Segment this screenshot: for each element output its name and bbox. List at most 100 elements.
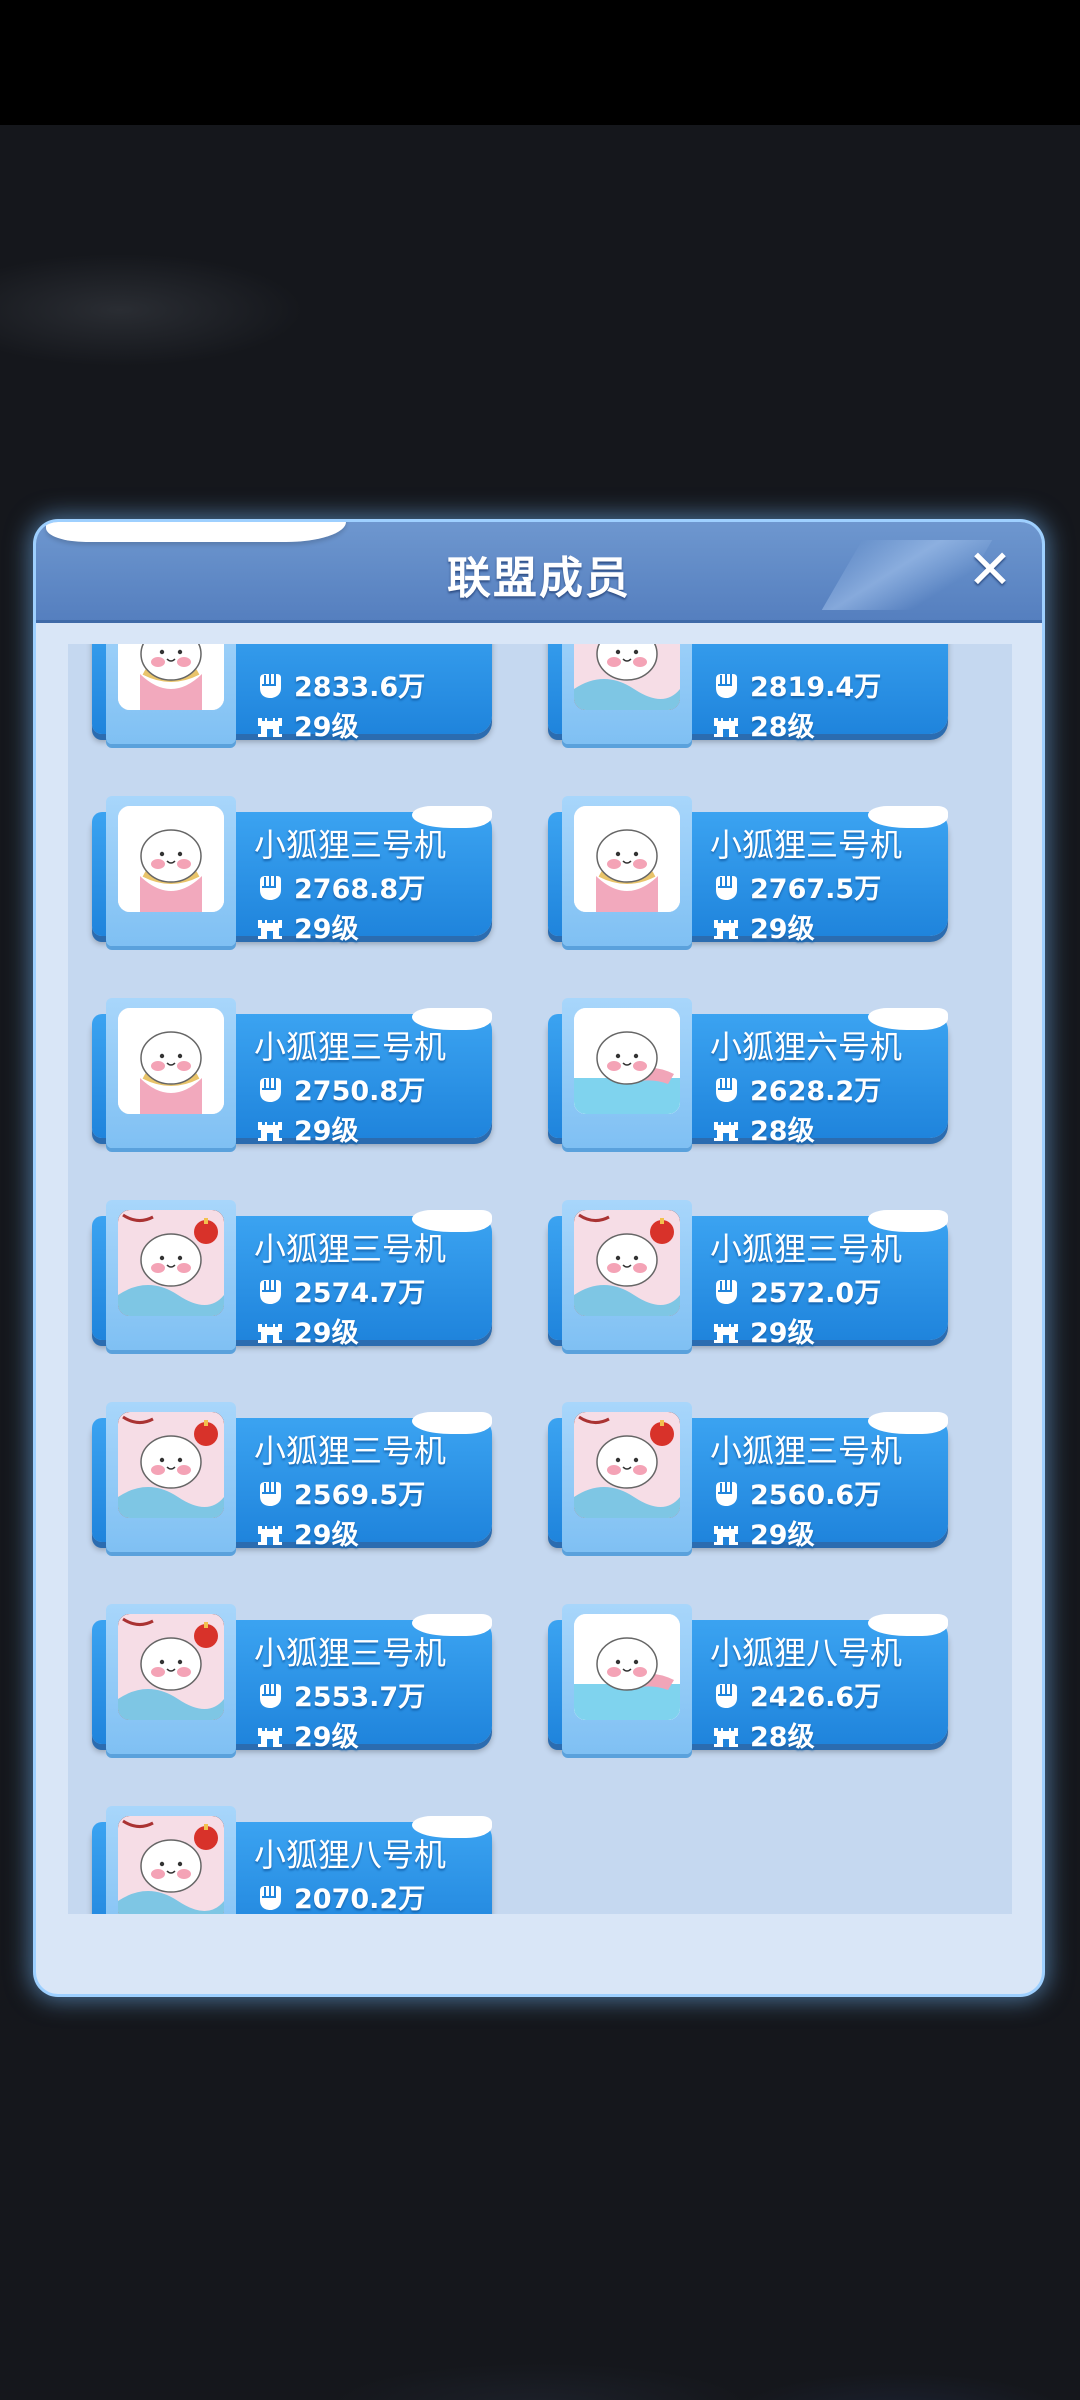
member-power: 2426.6万 [710, 1675, 881, 1714]
castle-icon [710, 911, 742, 943]
avatar-frame[interactable] [106, 1200, 236, 1350]
fist-icon [710, 669, 742, 701]
member-card[interactable]: 小狐狸三号机 2750.8万 29级 [92, 998, 492, 1154]
castle-icon [710, 1719, 742, 1751]
level-value: 29级 [750, 1520, 815, 1551]
level-value: 28级 [750, 1116, 815, 1147]
member-card[interactable]: 小狐狸三号机 2767.5万 29级 [548, 796, 948, 952]
castle-icon [254, 911, 286, 943]
fist-icon [710, 871, 742, 903]
fist-icon [254, 1073, 286, 1105]
dialog-title: 联盟成员 [447, 553, 631, 604]
power-value: 2767.5万 [750, 874, 882, 905]
member-level: 29级 [254, 1311, 359, 1350]
member-name: 小狐狸六号机 [710, 1028, 903, 1066]
member-name: 小狐狸八号机 [710, 1634, 903, 1672]
castle-icon [254, 1719, 286, 1751]
member-card[interactable]: 小狐狸六号机 2628.2万 28级 [548, 998, 948, 1154]
power-value: 2426.6万 [750, 1682, 882, 1713]
level-value: 28级 [750, 1722, 815, 1753]
level-value: 29级 [750, 914, 815, 945]
member-power: 2768.8万 [254, 867, 425, 906]
castle-icon [710, 709, 742, 741]
member-card[interactable]: 小狐狸三号机 2560.6万 29级 [548, 1402, 948, 1558]
avatar-frame[interactable] [562, 1604, 692, 1754]
power-value: 2560.6万 [750, 1480, 882, 1511]
pig-lantern-icon [118, 1210, 224, 1316]
member-power: 2819.4万 [710, 665, 881, 704]
avatar-frame[interactable] [106, 1402, 236, 1552]
dialog-header: 联盟成员 ✕ [36, 522, 1042, 623]
member-level: 29级 [254, 1513, 359, 1552]
member-list[interactable]: 2833.6万 29级 2819.4万 28级 小狐狸三号机 2768.8万 29级 小狐狸三… [68, 644, 1012, 1914]
close-button[interactable]: ✕ [962, 542, 1018, 598]
avatar-frame[interactable] [106, 998, 236, 1148]
member-name: 小狐狸三号机 [710, 826, 903, 864]
member-level: 29级 [710, 1311, 815, 1350]
member-level: 29级 [254, 907, 359, 946]
member-power: 2574.7万 [254, 1271, 425, 1310]
castle-icon [254, 1315, 286, 1347]
level-value: 29级 [294, 712, 359, 743]
pig-lantern-icon [574, 1210, 680, 1316]
pig-bath-icon [574, 1614, 680, 1720]
avatar-frame[interactable] [562, 1402, 692, 1552]
avatar-frame[interactable] [562, 998, 692, 1148]
member-name: 小狐狸三号机 [710, 1432, 903, 1470]
member-power: 2560.6万 [710, 1473, 881, 1512]
avatar-frame[interactable] [106, 1604, 236, 1754]
fist-icon [254, 669, 286, 701]
member-card[interactable]: 小狐狸三号机 2569.5万 29级 [92, 1402, 492, 1558]
castle-icon [254, 1113, 286, 1145]
avatar-frame[interactable] [106, 796, 236, 946]
member-level: 28级 [710, 1109, 815, 1148]
member-card[interactable]: 小狐狸八号机 2426.6万 28级 [548, 1604, 948, 1760]
fist-icon [710, 1477, 742, 1509]
member-power: 2750.8万 [254, 1069, 425, 1108]
member-name: 小狐狸三号机 [254, 826, 447, 864]
member-name: 小狐狸三号机 [254, 1230, 447, 1268]
pig-robe-icon [118, 806, 224, 912]
member-name: 小狐狸三号机 [254, 1634, 447, 1672]
member-level: 29级 [710, 907, 815, 946]
member-level: 29级 [254, 705, 359, 744]
power-value: 2569.5万 [294, 1480, 426, 1511]
member-name: 小狐狸三号机 [710, 1230, 903, 1268]
fist-icon [710, 1275, 742, 1307]
level-value: 28级 [750, 712, 815, 743]
power-value: 2750.8万 [294, 1076, 426, 1107]
avatar-frame[interactable] [562, 796, 692, 946]
fist-icon [710, 1679, 742, 1711]
power-value: 2833.6万 [294, 672, 426, 703]
header-snow-decoration [46, 522, 346, 542]
pig-lantern-icon [574, 644, 680, 710]
member-level: 28级 [710, 1715, 815, 1754]
power-value: 2572.0万 [750, 1278, 882, 1309]
pig-lantern-icon [118, 1614, 224, 1720]
level-value: 29级 [294, 914, 359, 945]
member-name: 小狐狸三号机 [254, 1432, 447, 1470]
avatar-frame[interactable] [562, 644, 692, 744]
fist-icon [710, 1073, 742, 1105]
level-value: 29级 [294, 1116, 359, 1147]
power-value: 2574.7万 [294, 1278, 426, 1309]
status-bar [0, 0, 1080, 125]
member-card[interactable]: 2819.4万 28级 [548, 644, 948, 750]
member-card[interactable]: 小狐狸八号机2070.2万27级 [92, 1806, 492, 1914]
level-value: 29级 [750, 1318, 815, 1349]
power-value: 2553.7万 [294, 1682, 426, 1713]
member-power: 2628.2万 [710, 1069, 881, 1108]
member-level: 29级 [254, 1109, 359, 1148]
avatar-frame[interactable] [106, 1806, 236, 1914]
pig-robe-icon [118, 644, 224, 710]
member-card[interactable]: 小狐狸三号机 2768.8万 29级 [92, 796, 492, 952]
level-value: 29级 [294, 1318, 359, 1349]
member-power: 2767.5万 [710, 867, 881, 906]
member-card[interactable]: 小狐狸三号机 2574.7万 29级 [92, 1200, 492, 1356]
avatar-frame[interactable] [106, 644, 236, 744]
member-card[interactable]: 小狐狸三号机 2572.0万 29级 [548, 1200, 948, 1356]
avatar-frame[interactable] [562, 1200, 692, 1350]
fist-icon [254, 1881, 286, 1913]
member-card[interactable]: 小狐狸三号机 2553.7万 29级 [92, 1604, 492, 1760]
member-card[interactable]: 2833.6万 29级 [92, 644, 492, 750]
